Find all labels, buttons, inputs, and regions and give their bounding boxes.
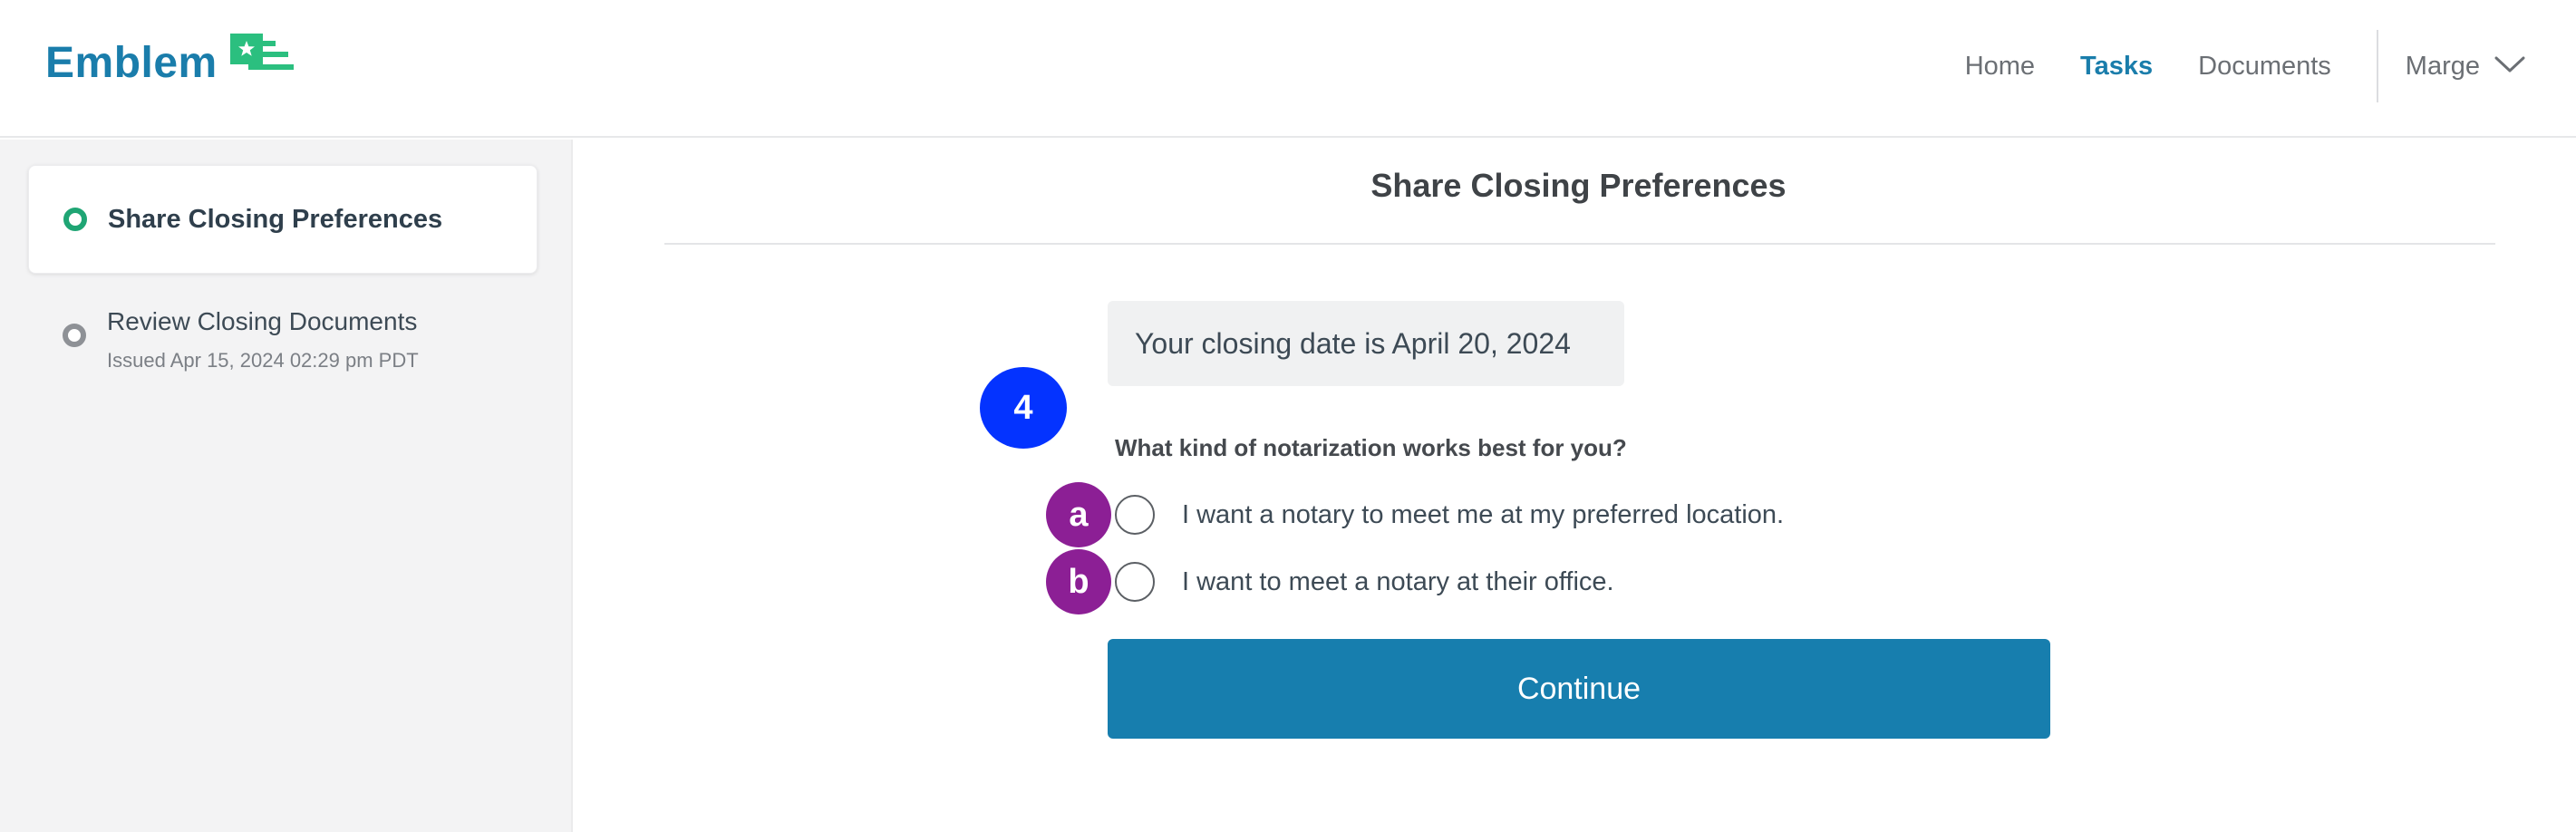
continue-button[interactable]: Continue: [1108, 639, 2050, 739]
title-divider: [664, 243, 2495, 245]
sidebar-task-title: Share Closing Preferences: [108, 204, 443, 234]
option-badge: a: [1046, 482, 1111, 547]
task-sidebar: Share Closing Preferences Review Closing…: [0, 140, 573, 832]
nav-divider: [2376, 30, 2378, 102]
main-nav: Home Tasks Documents Marge: [1965, 0, 2576, 132]
active-status-icon: [63, 208, 87, 231]
chevron-down-icon: [2494, 55, 2525, 78]
step-number-badge: 4: [980, 367, 1067, 449]
sidebar-task-share-closing-preferences[interactable]: Share Closing Preferences: [28, 165, 537, 274]
user-menu[interactable]: Marge: [2406, 52, 2525, 82]
pending-status-icon: [63, 324, 86, 347]
sidebar-task-review-closing-documents[interactable]: Review Closing Documents Issued Apr 15, …: [28, 298, 537, 380]
radio-notary-office[interactable]: [1115, 562, 1155, 602]
nav-tasks[interactable]: Tasks: [2080, 52, 2153, 82]
sidebar-task-title: Review Closing Documents: [107, 307, 418, 335]
sidebar-task-issued-date: Issued Apr 15, 2024 02:29 pm PDT: [107, 349, 419, 372]
option-label[interactable]: I want a notary to meet me at my preferr…: [1182, 500, 1784, 530]
closing-date-box: Your closing date is April 20, 2024: [1108, 301, 1624, 386]
logo-wordmark: Emblem: [45, 38, 218, 87]
option-label[interactable]: I want to meet a notary at their office.: [1182, 567, 1614, 597]
page-title: Share Closing Preferences: [1370, 167, 1787, 204]
option-badge: b: [1046, 549, 1111, 614]
nav-documents[interactable]: Documents: [2198, 52, 2331, 82]
main-content: Share Closing Preferences Your closing d…: [575, 140, 2576, 832]
option-preferred-location[interactable]: a I want a notary to meet me at my prefe…: [1046, 482, 1784, 547]
emblem-logo[interactable]: Emblem: [45, 33, 295, 92]
notarization-question: What kind of notarization works best for…: [1115, 434, 1627, 461]
option-notary-office[interactable]: b I want to meet a notary at their offic…: [1046, 549, 1614, 614]
nav-home[interactable]: Home: [1965, 52, 2035, 82]
flag-logo-icon: [228, 32, 295, 87]
radio-preferred-location[interactable]: [1115, 495, 1155, 535]
top-header: Emblem Home Tasks Documents Marge: [0, 0, 2576, 138]
user-name: Marge: [2405, 51, 2480, 81]
